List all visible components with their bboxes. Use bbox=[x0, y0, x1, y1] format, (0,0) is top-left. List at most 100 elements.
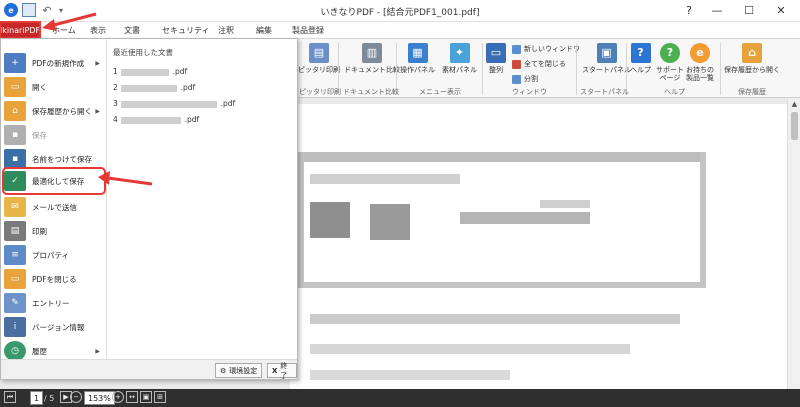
redacted-content bbox=[700, 152, 706, 288]
material-panel-button[interactable]: ✦ 素材パネル bbox=[442, 43, 477, 74]
printer-icon: ▤ bbox=[4, 221, 26, 241]
version-info-icon: i bbox=[4, 317, 26, 337]
tab-security[interactable]: セキュリティ bbox=[162, 25, 210, 36]
redacted-content bbox=[310, 174, 460, 184]
menu-item-optimize-save[interactable]: ✓ 最適化して保存 bbox=[2, 167, 106, 195]
folder-history-icon: ⌂ bbox=[4, 101, 26, 121]
new-window-icon bbox=[512, 44, 521, 54]
fit-width-icon[interactable]: ↔ bbox=[126, 391, 138, 403]
scroll-thumb[interactable] bbox=[791, 112, 798, 140]
redacted-content bbox=[310, 344, 630, 354]
recent-document-item[interactable]: 1 .pdf bbox=[113, 67, 187, 76]
scroll-up-arrow-icon[interactable]: ▲ bbox=[788, 98, 800, 110]
actual-size-icon[interactable]: ⊞ bbox=[154, 391, 166, 403]
open-from-save-history-button[interactable]: ⌂ 保存履歴から開く bbox=[724, 43, 780, 74]
document-compare-button[interactable]: ▥ ドキュメント比較 bbox=[344, 43, 400, 74]
menu-item-version-info[interactable]: i バージョン情報 bbox=[4, 315, 104, 339]
close-pdf-icon: ▭ bbox=[4, 269, 26, 289]
group-label-window: ウィンドウ bbox=[512, 88, 547, 96]
file-menu-footer: ⚙ 環境設定 X 終了 bbox=[1, 359, 297, 380]
redacted-content bbox=[370, 204, 410, 240]
gear-icon: ⚙ bbox=[220, 366, 227, 375]
menu-item-open-from-history[interactable]: ⌂ 保存履歴から開く ▶ bbox=[4, 99, 104, 123]
new-window-button[interactable]: 新しいウィンドウ bbox=[512, 44, 580, 54]
document-compare-icon: ▥ bbox=[362, 43, 382, 63]
support-page-button[interactable]: ? サポート ページ bbox=[656, 43, 684, 82]
folder-history-icon: ⌂ bbox=[742, 43, 762, 63]
material-panel-icon: ✦ bbox=[449, 43, 470, 63]
submenu-arrow-icon: ▶ bbox=[95, 59, 100, 67]
exit-button[interactable]: X 終了 bbox=[267, 362, 297, 380]
status-bar: ⏮ 1 / 5 ▶ − 153% + ↔ ▣ ⊞ bbox=[0, 389, 800, 407]
group-label-save-history: 保存履歴 bbox=[738, 88, 766, 96]
zoom-out-icon[interactable]: − bbox=[70, 391, 82, 403]
redacted-content bbox=[310, 314, 680, 324]
group-label-menu-display: メニュー表示 bbox=[419, 88, 461, 96]
menu-item-new-pdf[interactable]: + PDFの新規作成 ▶ bbox=[4, 51, 104, 75]
close-window-button[interactable]: ✕ bbox=[768, 2, 794, 18]
vertical-scrollbar[interactable]: ▲ bbox=[787, 98, 800, 389]
start-panel-button[interactable]: ▣ スタートパネル bbox=[582, 43, 631, 74]
annotation-arrow-file-tab bbox=[42, 12, 97, 31]
recent-document-item[interactable]: 2 .pdf bbox=[113, 83, 195, 92]
help-window-button[interactable]: ? bbox=[676, 2, 702, 18]
arrange-button[interactable]: ▭ 整列 bbox=[486, 43, 506, 74]
group-label-help: ヘルプ bbox=[664, 88, 685, 96]
submenu-arrow-icon: ▶ bbox=[95, 107, 100, 115]
current-page-input[interactable]: 1 bbox=[30, 391, 44, 405]
redacted-content bbox=[298, 152, 304, 288]
redacted-filename bbox=[121, 84, 178, 92]
support-page-icon: ? bbox=[660, 43, 680, 63]
redacted-filename bbox=[121, 68, 170, 76]
menu-item-send-mail[interactable]: ✉ メールで送信 bbox=[4, 195, 104, 219]
menu-item-close-pdf[interactable]: ▭ PDFを閉じる bbox=[4, 267, 104, 291]
save-disk-icon: ▪ bbox=[4, 125, 26, 145]
fit-print-button[interactable]: ▤ ピッタリ印刷 bbox=[298, 43, 340, 74]
recent-document-item[interactable]: 3 .pdf bbox=[113, 99, 235, 108]
settings-button[interactable]: ⚙ 環境設定 bbox=[215, 363, 263, 378]
page-count: / 5 bbox=[44, 393, 55, 403]
maximize-button[interactable]: ☐ bbox=[736, 2, 762, 18]
close-icon: X bbox=[272, 366, 278, 375]
recent-document-item[interactable]: 4 .pdf bbox=[113, 115, 199, 124]
tab-edit[interactable]: 編集 bbox=[256, 25, 272, 36]
start-panel-icon: ▣ bbox=[596, 43, 617, 63]
zoom-level-select[interactable]: 153% bbox=[84, 391, 115, 405]
mail-icon: ✉ bbox=[4, 197, 26, 217]
file-menu: + PDFの新規作成 ▶ ▭ 開く ⌂ 保存履歴から開く ▶ ▪ 保存 ▪ 名前… bbox=[0, 38, 298, 380]
minimize-button[interactable]: — bbox=[704, 2, 730, 18]
menu-item-entry[interactable]: ✎ エントリー bbox=[4, 291, 104, 315]
menu-item-save-as[interactable]: ▪ 名前をつけて保存 bbox=[4, 147, 104, 171]
menu-item-properties[interactable]: ≡ プロパティ bbox=[4, 243, 104, 267]
redacted-filename bbox=[121, 116, 182, 124]
new-pdf-icon: + bbox=[4, 53, 26, 73]
submenu-arrow-icon: ▶ bbox=[95, 347, 100, 355]
save-as-icon: ▪ bbox=[4, 149, 26, 169]
tab-product-registration[interactable]: 製品登録 bbox=[292, 25, 324, 36]
recent-documents-title: 最近使用した文書 bbox=[113, 48, 173, 57]
menu-item-print[interactable]: ▤ 印刷 bbox=[4, 219, 104, 243]
split-button[interactable]: 分割 bbox=[512, 74, 538, 84]
products-list-icon: e bbox=[690, 43, 710, 63]
properties-icon: ≡ bbox=[4, 245, 26, 265]
group-separator bbox=[482, 43, 483, 95]
close-all-button[interactable]: 全てを閉じる bbox=[512, 59, 566, 69]
zoom-in-icon[interactable]: + bbox=[112, 391, 124, 403]
tab-document[interactable]: 文書 bbox=[124, 25, 140, 36]
fit-page-icon[interactable]: ▣ bbox=[140, 391, 152, 403]
redacted-content bbox=[540, 200, 590, 208]
menu-item-save[interactable]: ▪ 保存 bbox=[4, 123, 104, 147]
file-tab[interactable]: IkinariPDF bbox=[0, 21, 41, 39]
first-page-icon[interactable]: ⏮ bbox=[4, 391, 16, 403]
menu-item-open[interactable]: ▭ 開く bbox=[4, 75, 104, 99]
entry-icon: ✎ bbox=[4, 293, 26, 313]
help-button[interactable]: ? ヘルプ bbox=[630, 43, 651, 74]
tab-annotation[interactable]: 注釈 bbox=[218, 25, 234, 36]
title-bar: e ↶ ▾ いきなりPDF - [結合元PDF1_001.pdf] ? — ☐ … bbox=[0, 0, 800, 22]
products-list-button[interactable]: e お持ちの 製品一覧 bbox=[686, 43, 714, 82]
redacted-content bbox=[310, 370, 510, 380]
operations-panel-button[interactable]: ▦ 操作パネル bbox=[400, 43, 435, 74]
redacted-content bbox=[460, 212, 590, 224]
group-label-fit-print: ピッタリ印刷 bbox=[299, 88, 341, 96]
operations-panel-icon: ▦ bbox=[407, 43, 428, 63]
